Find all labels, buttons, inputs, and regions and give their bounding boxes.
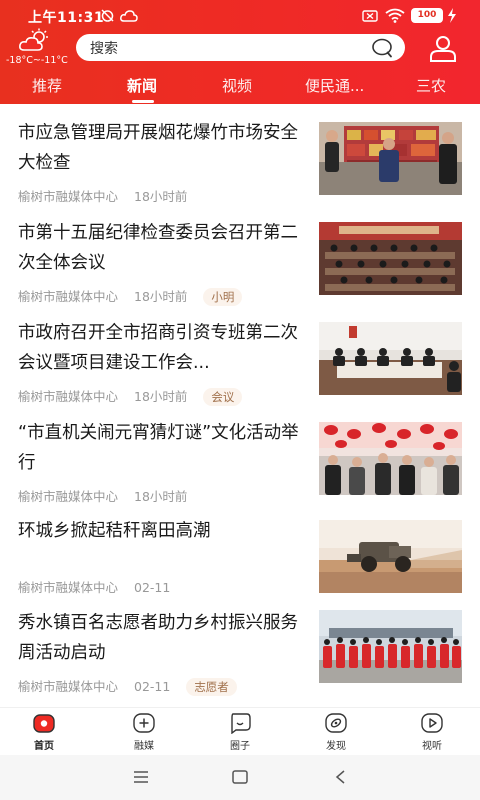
tab-audiovisual-label: 视听 (422, 741, 442, 752)
news-meta: 榆树市融媒体中心 18小时前 会议 (18, 386, 243, 406)
news-item[interactable]: 市第十五届纪律检查委员会召开第二次全体会议 榆树市融媒体中心 18小时前 小明 (0, 214, 480, 314)
chat-bubble-icon (231, 713, 251, 734)
news-title[interactable]: 秀水镇百名志愿者助力乡村振兴服务周活动启动 (18, 608, 303, 668)
news-thumbnail[interactable] (319, 520, 462, 593)
news-time: 02-11 (134, 679, 171, 694)
tab-media-label: 融媒 (134, 741, 154, 752)
news-source: 榆树市融媒体中心 (18, 389, 119, 404)
cloud-icon (120, 10, 138, 22)
status-bar: 上午11:31 100 (0, 0, 480, 32)
cloudy-sun-icon (19, 28, 48, 51)
news-source: 榆树市融媒体中心 (18, 289, 119, 304)
news-thumbnail[interactable] (319, 610, 462, 683)
news-title[interactable]: 市政府召开全市招商引资专班第二次会议暨项目建设工作会... (18, 318, 303, 378)
play-icon (421, 713, 443, 733)
news-source: 榆树市融媒体中心 (18, 189, 119, 204)
news-title[interactable]: “市直机关闹元宵猜灯谜”文化活动举行 (18, 418, 303, 478)
weather-temperature: -18°C~-11°C (6, 55, 68, 66)
news-title[interactable]: 市应急管理局开展烟花爆竹市场安全大检查 (18, 118, 303, 178)
system-navigation-bar (0, 755, 480, 800)
news-item[interactable]: “市直机关闹元宵猜灯谜”文化活动举行 榆树市融媒体中心 18小时前 (0, 414, 480, 514)
news-title[interactable]: 环城乡掀起秸秆离田高潮 (18, 516, 303, 546)
search-bar[interactable]: 搜索 (76, 34, 405, 61)
tab-video[interactable]: 视频 (222, 75, 252, 96)
news-time: 18小时前 (134, 389, 188, 404)
category-tabs: 推荐 新闻 视频 便民通... 三农 (0, 70, 480, 104)
news-meta: 榆树市融媒体中心 02-11 志愿者 (18, 676, 237, 696)
tab-circle[interactable]: 圈子 (210, 712, 270, 752)
news-item[interactable]: 环城乡掀起秸秆离田高潮 榆树市融媒体中心 02-11 (0, 514, 480, 614)
battery-indicator: 100 (411, 8, 443, 23)
news-item[interactable]: 市政府召开全市招商引资专班第二次会议暨项目建设工作会... 榆树市融媒体中心 1… (0, 314, 480, 414)
user-profile-icon[interactable] (428, 33, 458, 63)
news-source: 榆树市融媒体中心 (18, 679, 119, 694)
tab-discover-label: 发现 (326, 741, 346, 752)
news-time: 18小时前 (134, 289, 188, 304)
tab-discover[interactable]: 发现 (306, 712, 366, 752)
news-item[interactable]: 秀水镇百名志愿者助力乡村振兴服务周活动启动 榆树市融媒体中心 02-11 志愿者 (0, 604, 480, 704)
news-meta: 榆树市融媒体中心 02-11 (18, 577, 182, 596)
news-thumbnail[interactable] (319, 122, 462, 195)
news-source: 榆树市融媒体中心 (18, 489, 119, 504)
news-time: 02-11 (134, 580, 171, 595)
news-tag[interactable]: 志愿者 (186, 678, 237, 696)
app-header: 上午11:31 100 -18°C~-11°C 搜索 推荐 新闻 视频 便民通.… (0, 0, 480, 104)
news-thumbnail[interactable] (319, 322, 462, 395)
weather-widget[interactable]: -18°C~-11°C (6, 28, 68, 70)
tab-media[interactable]: 融媒 (114, 712, 174, 752)
compass-icon (325, 713, 347, 733)
news-item[interactable]: 市应急管理局开展烟花爆竹市场安全大检查 榆树市融媒体中心 18小时前 (0, 114, 480, 214)
active-tab-indicator (132, 100, 154, 103)
tab-home[interactable]: 首页 (14, 712, 74, 752)
tab-convenience[interactable]: 便民通... (305, 75, 364, 96)
news-meta: 榆树市融媒体中心 18小时前 小明 (18, 286, 243, 306)
menu-icon[interactable] (132, 769, 150, 785)
news-thumbnail[interactable] (319, 222, 462, 295)
back-icon[interactable] (332, 769, 350, 785)
news-thumbnail[interactable] (319, 422, 462, 495)
news-time: 18小时前 (134, 189, 188, 204)
alarm-off-icon (101, 9, 114, 22)
news-title[interactable]: 市第十五届纪律检查委员会召开第二次全体会议 (18, 218, 303, 278)
plus-circle-icon (133, 713, 155, 733)
sim-card-icon (362, 10, 378, 22)
tab-news[interactable]: 新闻 (127, 75, 157, 96)
tab-home-label: 首页 (34, 741, 54, 752)
tab-recommend[interactable]: 推荐 (32, 75, 62, 96)
tab-audiovisual[interactable]: 视听 (402, 712, 462, 752)
news-meta: 榆树市融媒体中心 18小时前 (18, 186, 199, 205)
news-tag[interactable]: 小明 (203, 288, 243, 306)
wifi-icon (385, 8, 405, 23)
news-meta: 榆树市融媒体中心 18小时前 (18, 486, 199, 505)
tab-circle-label: 圈子 (230, 741, 250, 752)
bottom-tab-bar: 首页 融媒 圈子 发现 视听 (0, 707, 480, 755)
search-icon[interactable] (371, 37, 393, 58)
status-time: 上午11:31 (28, 10, 105, 26)
search-placeholder: 搜索 (90, 41, 118, 57)
news-source: 榆树市融媒体中心 (18, 580, 119, 595)
news-time: 18小时前 (134, 489, 188, 504)
charging-icon (448, 8, 456, 23)
home-button-icon[interactable] (231, 769, 249, 785)
news-tag[interactable]: 会议 (203, 388, 243, 406)
home-icon (33, 714, 55, 733)
tab-agriculture[interactable]: 三农 (416, 75, 446, 96)
